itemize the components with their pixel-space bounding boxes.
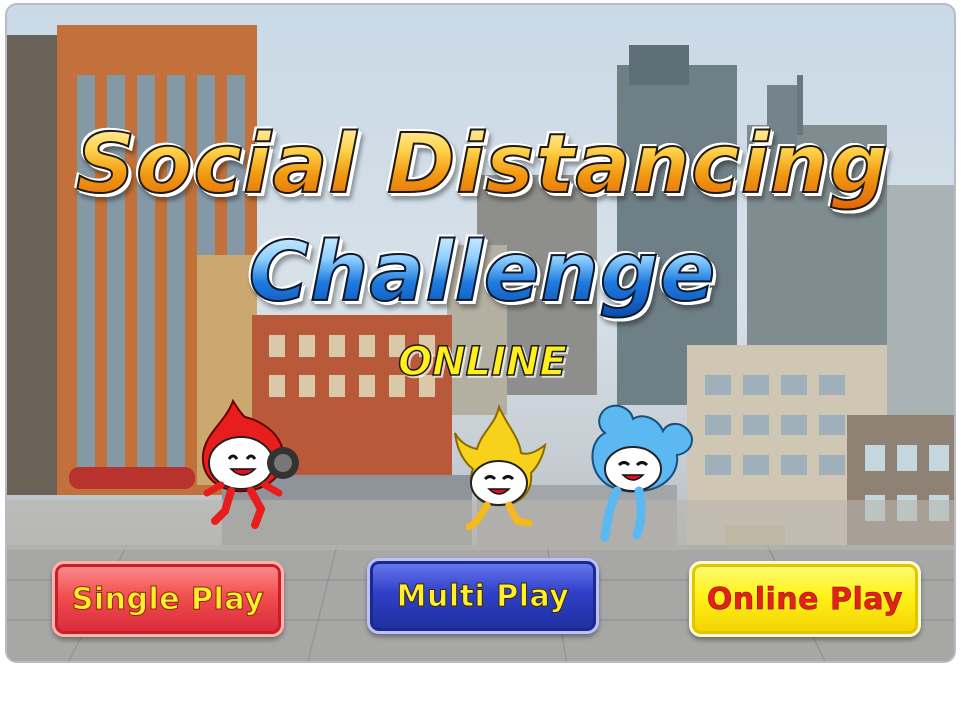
title-social-distancing: Social Distancing: [7, 116, 954, 213]
single-play-button[interactable]: Single Play: [52, 561, 284, 637]
title-online: ONLINE: [397, 338, 567, 386]
game-canvas[interactable]: Social Distancing Challenge ONLINE Singl…: [5, 3, 956, 663]
multi-play-button[interactable]: Multi Play: [367, 558, 599, 634]
red-character-icon: [201, 398, 299, 529]
online-play-button[interactable]: Online Play: [689, 561, 921, 637]
blue-character-icon: [591, 404, 693, 542]
yellow-character-icon: [454, 403, 547, 531]
title-challenge: Challenge: [7, 224, 954, 321]
